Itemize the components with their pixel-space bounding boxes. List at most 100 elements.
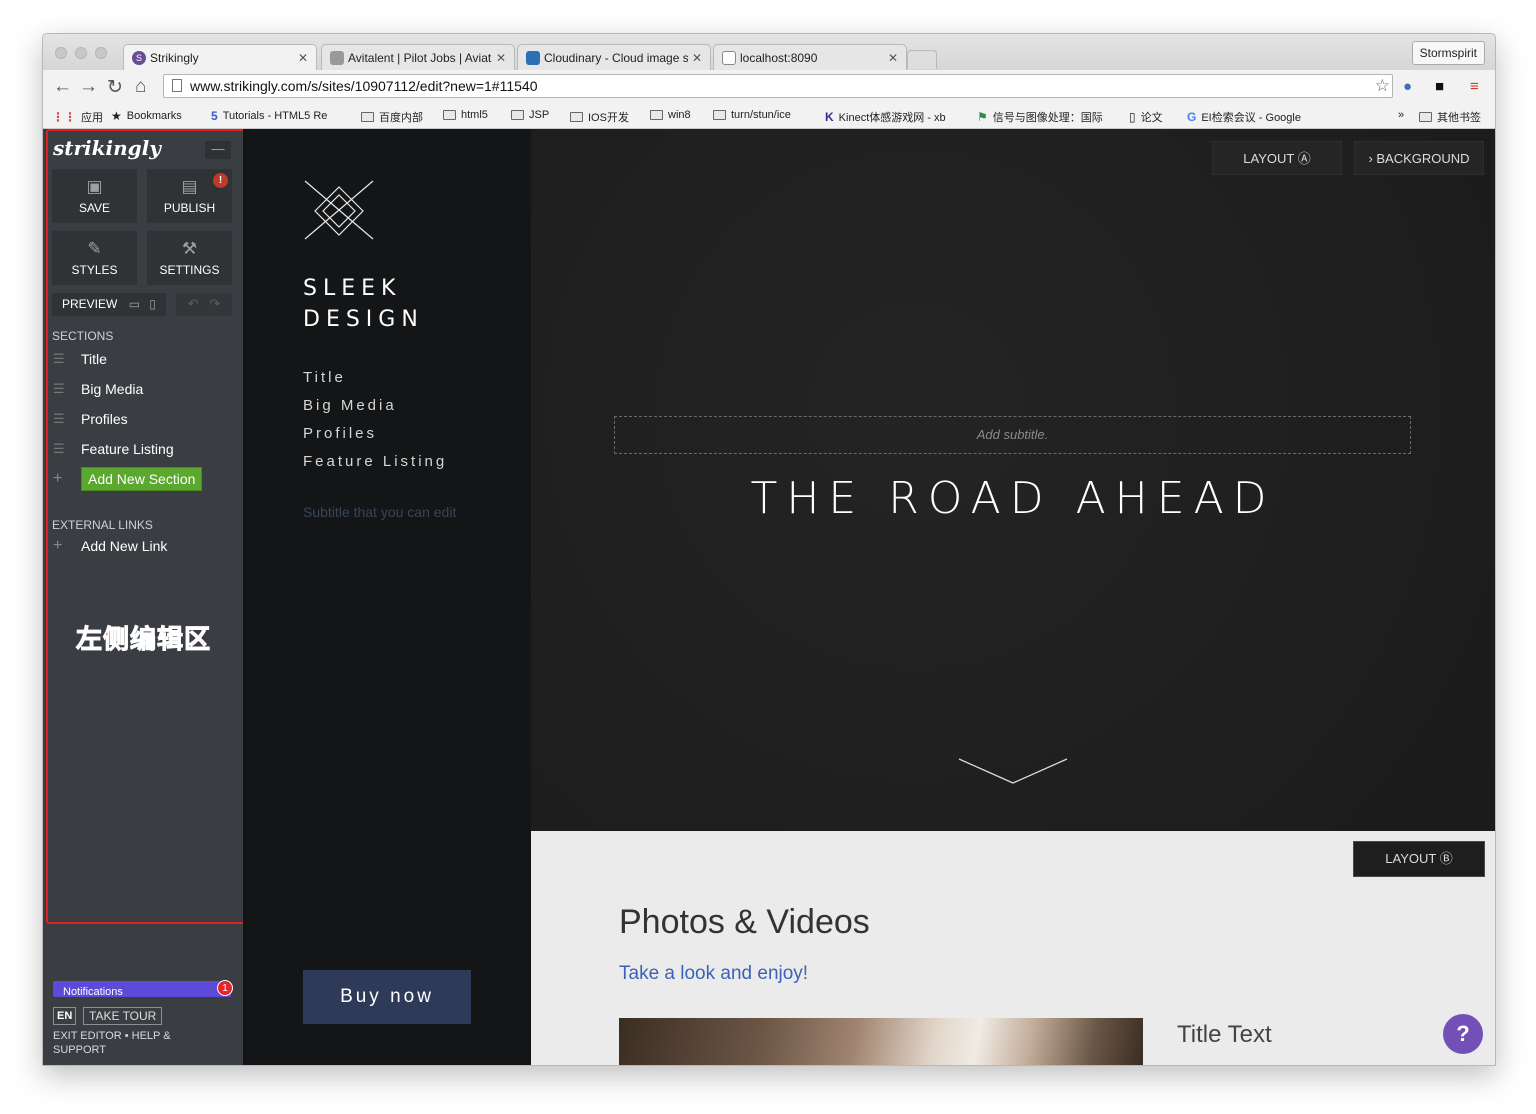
undo-icon[interactable]: ↶: [188, 296, 199, 311]
bookmark-item[interactable]: K Kinect体感游戏网 - xb: [825, 109, 961, 125]
minimize-window-button[interactable]: [75, 47, 87, 59]
subtitle-input[interactable]: Add subtitle.: [614, 416, 1411, 454]
bookmark-item[interactable]: ★ Bookmarks: [111, 109, 182, 123]
collapse-sidebar-button[interactable]: —: [205, 141, 231, 159]
bookmark-item[interactable]: turn/stun/ice: [713, 109, 791, 121]
site-nav-link[interactable]: Feature Listing: [303, 453, 447, 470]
chevron-down-icon[interactable]: [957, 757, 1069, 785]
tab-localhost[interactable]: localhost:8090 ✕: [713, 44, 907, 70]
bookmark-label: 其他书签: [1437, 112, 1481, 124]
home-icon[interactable]: ⌂: [135, 76, 146, 98]
bookmark-item[interactable]: ⋮⋮ 应用: [52, 109, 103, 125]
layout-b-button[interactable]: LAYOUT Ⓑ: [1353, 841, 1485, 877]
section-item-feature-listing[interactable]: ☰ Feature Listing: [53, 441, 174, 457]
mobile-icon[interactable]: ▯: [149, 297, 156, 311]
tab-avitalent[interactable]: Avitalent | Pilot Jobs | Aviat ✕: [321, 44, 515, 70]
media-image[interactable]: [619, 1018, 1143, 1065]
forward-arrow-icon[interactable]: →: [79, 76, 98, 98]
bookmark-label: html5: [461, 109, 488, 121]
add-new-section-button[interactable]: Add New Section: [81, 467, 203, 491]
exit-help-links[interactable]: EXIT EDITOR • HELP & SUPPORT: [53, 1029, 203, 1057]
zoom-window-button[interactable]: [95, 47, 107, 59]
url-text: www.strikingly.com/s/sites/10907112/edit…: [190, 78, 538, 94]
close-window-button[interactable]: [55, 47, 67, 59]
profile-button[interactable]: Stormspirit: [1411, 41, 1485, 65]
bookmark-item[interactable]: 5 Tutorials - HTML5 Re: [211, 109, 343, 123]
close-tab-icon[interactable]: ✕: [298, 51, 308, 65]
item-description[interactable]: [1177, 1059, 1437, 1065]
star-icon: ★: [111, 109, 122, 123]
buy-now-button[interactable]: Buy now: [303, 970, 471, 1024]
bookmark-item[interactable]: ⚑ 信号与图像处理：国际: [977, 109, 1111, 125]
site-subtitle[interactable]: Subtitle that you can edit: [303, 504, 456, 520]
bookmark-label: Bookmarks: [126, 110, 182, 122]
desktop-icon[interactable]: ▭: [129, 297, 140, 311]
drag-handle-icon[interactable]: ☰: [53, 411, 69, 427]
tab-bar: S Strikingly ✕ Avitalent | Pilot Jobs | …: [43, 34, 1495, 70]
site-logo-icon[interactable]: [301, 177, 381, 243]
close-tab-icon[interactable]: ✕: [692, 51, 702, 65]
layout-a-button[interactable]: LAYOUT Ⓐ: [1212, 141, 1342, 175]
drag-handle-icon[interactable]: ☰: [53, 351, 69, 367]
save-button[interactable]: ▣ SAVE: [52, 169, 137, 223]
other-bookmarks[interactable]: 其他书签: [1419, 109, 1481, 125]
menu-icon[interactable]: ≡: [1470, 78, 1479, 95]
section-subtitle[interactable]: Take a look and enjoy!: [619, 963, 808, 985]
help-button[interactable]: ?: [1443, 1014, 1483, 1054]
back-arrow-icon[interactable]: ←: [53, 76, 72, 98]
add-new-link-button[interactable]: Add New Link: [81, 538, 167, 554]
apps-grid-icon: ⋮⋮: [52, 110, 76, 124]
styles-button[interactable]: ✎ STYLES: [52, 231, 137, 285]
reload-icon[interactable]: ↻: [107, 76, 123, 99]
tab-strikingly[interactable]: S Strikingly ✕: [123, 44, 317, 70]
site-nav-link[interactable]: Big Media: [303, 397, 397, 414]
close-tab-icon[interactable]: ✕: [496, 51, 506, 65]
folder-icon: [570, 112, 583, 122]
background-button[interactable]: › BACKGROUND: [1354, 141, 1484, 175]
preview-button[interactable]: PREVIEW ▭ ▯: [52, 293, 166, 316]
undo-redo-buttons[interactable]: ↶ ↷: [176, 293, 232, 316]
bookmark-item[interactable]: IOS开发: [570, 109, 629, 125]
redo-icon[interactable]: ↷: [209, 296, 220, 311]
add-section-row[interactable]: + Add New Section: [53, 467, 203, 491]
bookmark-label: Tutorials - HTML5 Re: [222, 110, 328, 122]
close-tab-icon[interactable]: ✕: [888, 51, 898, 65]
publish-button[interactable]: ▤ PUBLISH !: [147, 169, 232, 223]
section-item-big-media[interactable]: ☰ Big Media: [53, 381, 143, 397]
bookmark-item[interactable]: win8: [650, 109, 691, 121]
bookmark-item[interactable]: 百度内部: [361, 109, 423, 125]
notifications-button[interactable]: Notifications: [53, 981, 231, 997]
site-nav-link[interactable]: Profiles: [303, 425, 377, 442]
bookmark-item[interactable]: JSP: [511, 109, 549, 121]
bookmark-item[interactable]: G EI检索会议 - Google: [1187, 109, 1323, 125]
bookmark-item[interactable]: ▯ 论文: [1129, 109, 1163, 125]
site-nav-link[interactable]: Title: [303, 369, 346, 386]
settings-button[interactable]: ⚒ SETTINGS: [147, 231, 232, 285]
bookmarks-more-button[interactable]: »: [1398, 109, 1404, 121]
bookmark-label: 信号与图像处理：国际: [992, 112, 1103, 124]
browser-toolbar: ← → ↻ ⌂ www.strikingly.com/s/sites/10907…: [43, 70, 1495, 106]
address-bar[interactable]: www.strikingly.com/s/sites/10907112/edit…: [163, 74, 1393, 98]
tab-cloudinary[interactable]: Cloudinary - Cloud image s ✕: [517, 44, 711, 70]
bookmark-item[interactable]: html5: [443, 109, 488, 121]
section-title[interactable]: Photos & Videos: [619, 903, 870, 942]
bookmark-star-icon[interactable]: ☆: [1375, 75, 1390, 97]
drag-handle-icon[interactable]: ☰: [53, 441, 69, 457]
floppy-disk-icon: ▣: [86, 177, 103, 196]
section-item-profiles[interactable]: ☰ Profiles: [53, 411, 128, 427]
hero-title[interactable]: THE ROAD AHEAD: [531, 473, 1495, 524]
drag-handle-icon[interactable]: ☰: [53, 381, 69, 397]
video-camera-icon[interactable]: ■: [1435, 78, 1444, 95]
take-tour-button[interactable]: TAKE TOUR: [83, 1007, 163, 1025]
language-button[interactable]: EN: [53, 1007, 77, 1025]
new-tab-button[interactable]: [907, 50, 937, 69]
bookmarks-bar: ⋮⋮ 应用 ★ Bookmarks 5 Tutorials - HTML5 Re 百度…: [43, 106, 1495, 129]
save-label: SAVE: [78, 201, 111, 215]
section-item-title[interactable]: ☰ Title: [53, 351, 107, 367]
item-title[interactable]: Title Text: [1177, 1021, 1272, 1049]
site-name[interactable]: SLEEK DESIGN: [303, 273, 424, 335]
bookmark-label: 应用: [81, 112, 103, 124]
bookmark-label: IOS开发: [588, 112, 629, 124]
globe-extension-icon[interactable]: ●: [1403, 78, 1412, 95]
add-link-row[interactable]: + Add New Link: [53, 537, 167, 555]
